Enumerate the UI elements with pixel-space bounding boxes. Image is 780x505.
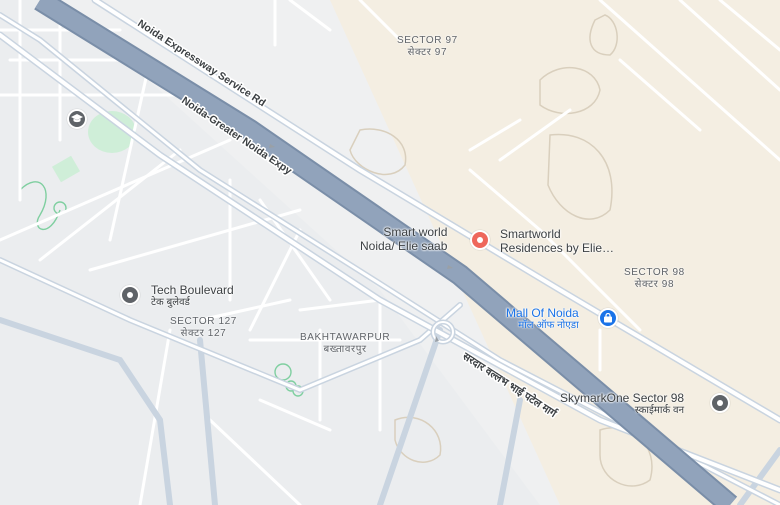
shopping-bag-icon[interactable] [598,308,618,328]
bag-glyph-icon [604,313,612,323]
area-label-sector-98: SECTOR 98 सेक्टर 98 [624,267,685,290]
area-label-sector-127: SECTOR 127 सेक्टर 127 [170,316,237,339]
place-label-smartworld-residences[interactable]: Smartworld Residences by Elie… [500,227,614,256]
area-label-bakhtawarpur: BAKHTAWARPUR बख्तावरपुर [300,332,391,355]
place-label-mall-of-noida[interactable]: Mall Of Noida मॉल ऑफ नोएडा [506,306,579,332]
place-pin-icon[interactable] [120,285,140,305]
school-icon[interactable] [67,109,87,129]
location-pin-icon[interactable] [470,230,490,250]
place-label-skymarkone[interactable]: SkymarkOne Sector 98 स्काईमार्क वन [560,391,684,417]
area-label-sector-97: SECTOR 97 सेक्टर 97 [397,35,458,58]
place-label-smart-world-noida[interactable]: Smart world Noida/ Elie saab [360,225,447,254]
place-label-tech-boulevard[interactable]: Tech Boulevard टेक बुलेवर्ड [151,283,234,309]
place-pin-icon[interactable] [710,393,730,413]
graduation-cap-icon [71,114,83,123]
map-canvas[interactable]: Noida Expressway Service Rd Noida-Greate… [0,0,780,505]
